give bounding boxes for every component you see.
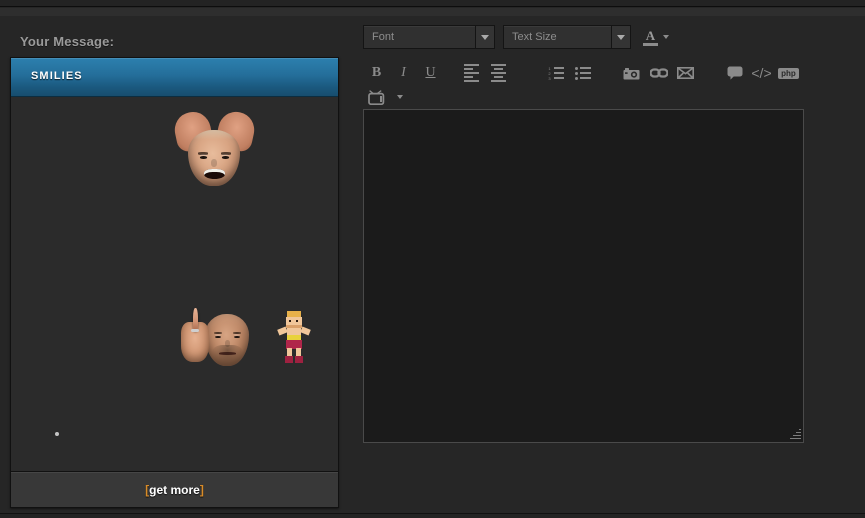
message-left-column: Your Message: SMILIES [get more] [0,16,352,511]
chevron-down-icon[interactable] [611,26,630,48]
smiley-david-otunga-smirk[interactable] [15,103,95,197]
smiley-cm-punk-serious[interactable] [95,385,175,479]
insert-email-button[interactable] [672,61,699,85]
insert-video-button[interactable] [363,85,390,109]
underline-button[interactable]: U [417,61,444,85]
hand-with-middle-finger [181,307,210,362]
resize-grip-icon[interactable] [789,428,801,440]
smilies-grid [11,97,338,471]
smilies-panel: SMILIES [get more] [10,57,339,508]
italic-icon: I [401,65,406,80]
tv-icon [368,89,385,105]
bold-button[interactable]: B [363,61,390,85]
insert-php-button[interactable]: php [775,61,802,85]
chevron-down-icon [397,95,403,99]
editor-toolbar-row-selects: Font Text Size A [363,25,671,49]
smiley-image [171,108,258,186]
toolbar-separator [699,61,721,85]
smilies-row [15,385,334,479]
smiley-jericho-ginger-smile[interactable] [175,385,255,479]
smiley-cm-punk-smug[interactable] [95,197,175,291]
smiley-image [179,307,250,368]
smiley-glasses-nerd[interactable] [15,385,95,479]
smilies-panel-header: SMILIES [11,58,338,97]
toolbar-separator [596,61,618,85]
get-more-text: get more [149,482,200,497]
smiley-pixel-wrestler[interactable] [254,291,334,385]
smiley-shouting-face[interactable] [15,197,95,291]
font-color-glyph: A [645,27,656,43]
get-more-label: [get more] [145,483,204,497]
smiley-ric-flair-crying[interactable] [171,103,258,197]
bracket-close: ] [199,482,204,497]
toolbar-separator [444,61,458,85]
window-bottom-band [0,513,865,518]
smiley-cm-punk-confused[interactable] [95,103,175,197]
smilies-row [15,291,334,385]
speech-bubble-icon [727,66,742,80]
align-left-button[interactable] [458,61,485,85]
smilies-panel-title: SMILIES [31,70,83,82]
smiley-cornrows-laugh[interactable] [175,197,255,291]
insert-link-button[interactable] [645,61,672,85]
smilies-row [15,197,334,291]
unordered-list-icon [574,66,591,80]
unordered-list-button[interactable] [569,61,596,85]
editor-column: Font Text Size A B I U 1 2 3 </> php [352,16,865,511]
your-message-label: Your Message: [20,34,115,49]
smiley-obama-not-bad[interactable] [15,291,95,385]
smilies-row [15,103,334,197]
smiley-triple-h-stare[interactable] [254,103,334,197]
chevron-down-icon[interactable] [663,35,669,39]
smiley-chris-jericho-grin[interactable] [254,197,334,291]
smiley-image [275,311,313,365]
insert-image-button[interactable] [618,61,645,85]
insert-quote-button[interactable] [721,61,748,85]
window-sub-band [0,8,865,16]
underline-icon: U [425,65,436,80]
link-icon [649,68,668,78]
envelope-icon [677,67,694,79]
more-options-button[interactable] [390,85,410,109]
font-size-value: Text Size [512,31,557,43]
smiley-steve-austin-middle-finger[interactable] [175,291,255,385]
chevron-down-icon[interactable] [475,26,494,48]
align-left-icon [464,64,479,82]
smiley-heavy-guy-side-eye[interactable] [254,385,334,479]
font-color-button[interactable]: A [639,25,671,49]
insert-code-button[interactable]: </> [748,61,775,85]
ordered-list-icon: 1 2 3 [548,66,564,80]
font-family-select[interactable]: Font [363,25,495,49]
font-size-select[interactable]: Text Size [503,25,631,49]
font-color-icon: A [643,29,658,46]
bold-icon: B [371,65,382,80]
italic-button[interactable]: I [390,61,417,85]
align-center-icon [491,64,506,82]
ordered-list-button[interactable]: 1 2 3 [542,61,569,85]
toolbar-separator [512,61,542,85]
smiley-vince-mcmahon-wide-eyes[interactable] [95,291,175,385]
font-color-swatch [643,42,658,46]
window-top-band [0,0,865,7]
post-editor-page: Your Message: SMILIES [get more] Font Te… [0,0,865,518]
camera-icon [623,67,640,79]
font-family-value: Font [372,31,395,43]
align-center-button[interactable] [485,61,512,85]
php-icon: php [778,67,799,79]
message-body-textarea[interactable] [363,109,804,443]
get-more-smilies-button[interactable]: [get more] [11,471,338,507]
code-tag-icon: </> [751,65,772,81]
